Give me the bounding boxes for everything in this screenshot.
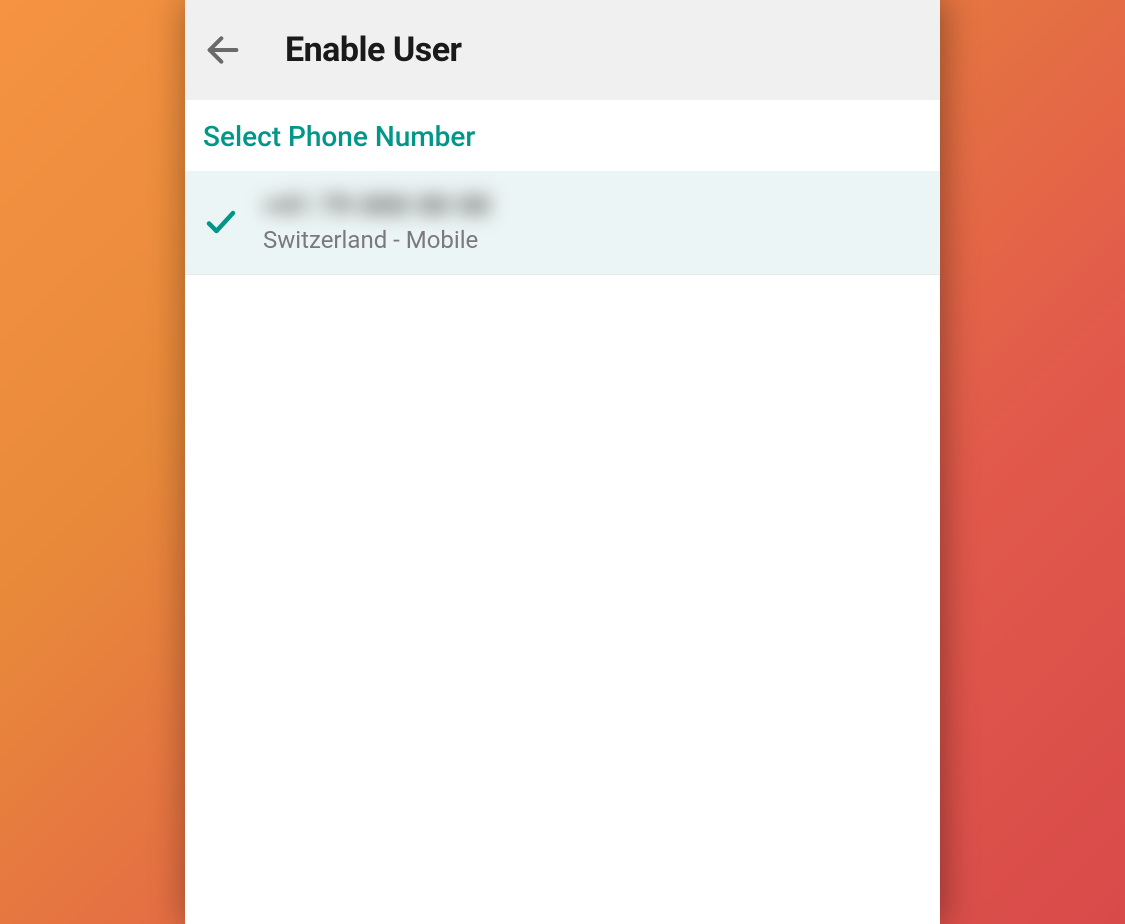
app-panel: Enable User Select Phone Number +41 79 0… xyxy=(185,0,940,924)
check-icon xyxy=(203,204,239,240)
phone-number-value: +41 79 000 00 00 xyxy=(263,189,491,222)
back-arrow-icon[interactable] xyxy=(203,30,243,70)
section-label: Select Phone Number xyxy=(203,120,922,153)
phone-item-texts: +41 79 000 00 00 Switzerland - Mobile xyxy=(263,189,491,254)
section-label-wrap: Select Phone Number xyxy=(185,100,940,171)
phone-type-label: Switzerland - Mobile xyxy=(263,226,491,254)
app-header: Enable User xyxy=(185,0,940,100)
page-title: Enable User xyxy=(285,30,462,70)
phone-number-item[interactable]: +41 79 000 00 00 Switzerland - Mobile xyxy=(185,171,940,275)
